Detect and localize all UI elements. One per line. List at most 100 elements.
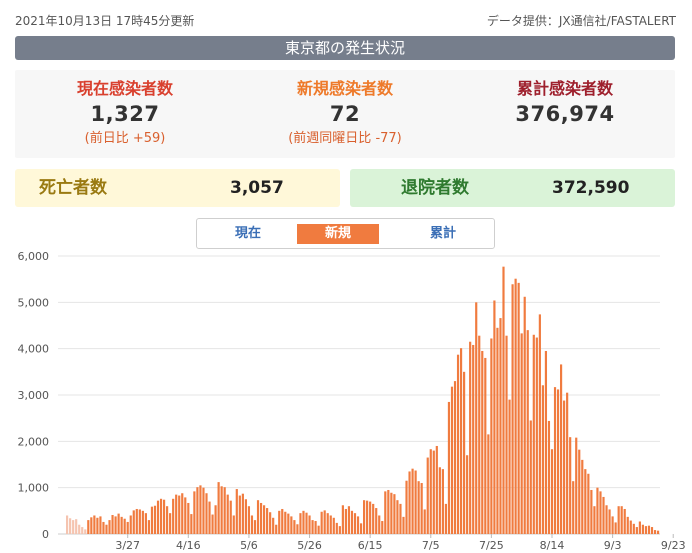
daily-bar: [375, 508, 378, 534]
daily-bar: [287, 513, 290, 534]
daily-bar: [487, 434, 490, 534]
daily-bar: [581, 459, 584, 534]
daily-bar: [314, 521, 317, 534]
daily-bar: [502, 266, 505, 534]
y-tick-label: 0: [42, 528, 49, 541]
y-tick-label: 1,000: [18, 482, 50, 495]
daily-bar: [381, 521, 384, 534]
daily-bar: [166, 506, 169, 534]
daily-bar: [214, 505, 217, 534]
x-tick-label: 6/15: [358, 539, 383, 552]
daily-bar: [178, 495, 181, 534]
stat-new-diff: (前週同曜日比 -77): [288, 131, 402, 146]
daily-bar: [247, 506, 251, 534]
daily-bar: [108, 520, 111, 534]
daily-bar: [623, 508, 626, 534]
daily-bar: [459, 348, 463, 534]
daily-bar: [278, 510, 281, 534]
daily-bar: [223, 487, 226, 534]
daily-bar: [408, 471, 411, 534]
daily-bar: [478, 335, 481, 534]
daily-bar: [256, 500, 260, 534]
daily-bar: [569, 437, 572, 534]
y-tick-label: 6,000: [18, 250, 50, 263]
daily-bar: [435, 445, 438, 534]
daily-bar: [611, 516, 614, 534]
daily-bar: [120, 516, 123, 534]
daily-bar: [511, 284, 514, 534]
stat-current: 現在感染者数 1,327 (前日比 +59): [15, 70, 235, 148]
daily-bar: [532, 334, 535, 534]
daily-bar: [341, 505, 344, 534]
daily-bar: [129, 515, 132, 534]
stat-total-label: 累計感染者数: [516, 79, 613, 98]
daily-bar: [587, 473, 590, 534]
daily-bar: [347, 506, 351, 534]
daily-bar: [556, 389, 560, 534]
daily-bar: [232, 515, 235, 534]
daily-bar: [505, 335, 508, 534]
daily-bar: [402, 516, 405, 534]
tab-total[interactable]: 累計: [402, 224, 484, 244]
daily-bar: [302, 510, 305, 534]
daily-bar: [544, 350, 548, 534]
daily-bar: [620, 506, 623, 534]
daily-cases-chart: 0 1,000 2,000 3,000 4,000 5,000 6,000 3/27 4/16…: [18, 250, 686, 552]
daily-bar: [496, 327, 499, 534]
deaths-value: 3,057: [230, 178, 284, 198]
daily-bar: [426, 457, 429, 534]
daily-bar: [396, 500, 399, 534]
daily-bar: [84, 529, 87, 534]
daily-bar: [326, 513, 329, 534]
daily-bar: [599, 491, 602, 534]
daily-bar: [317, 525, 320, 534]
stat-new-value: 72: [329, 102, 361, 126]
daily-bar: [332, 517, 335, 534]
x-tick-label: 4/16: [176, 539, 201, 552]
discharged-label: 退院者数: [401, 178, 469, 198]
daily-bar: [466, 455, 469, 534]
daily-bar: [456, 354, 460, 534]
daily-bar: [405, 480, 408, 534]
daily-bar: [241, 493, 244, 534]
chart-y-axis: 0 1,000 2,000 3,000 4,000 5,000 6,000: [18, 250, 50, 541]
daily-bar: [420, 483, 423, 534]
daily-bar: [647, 525, 651, 534]
daily-bar: [575, 437, 578, 534]
daily-bar: [602, 496, 605, 534]
daily-bar: [453, 381, 457, 534]
x-tick-label: 7/5: [422, 539, 440, 552]
daily-bar: [469, 341, 472, 534]
daily-bar: [578, 449, 581, 534]
daily-bar: [141, 510, 144, 534]
daily-bar: [323, 510, 326, 534]
daily-bar: [320, 511, 323, 534]
daily-bar: [150, 506, 154, 534]
tab-current[interactable]: 現在: [207, 224, 289, 244]
daily-bar: [638, 521, 641, 534]
daily-bar: [96, 517, 99, 534]
daily-bar: [72, 520, 75, 534]
x-tick-label: 9/3: [604, 539, 622, 552]
daily-bar: [69, 518, 72, 534]
y-tick-label: 4,000: [18, 343, 50, 356]
daily-bar: [481, 350, 484, 534]
daily-bar: [75, 519, 78, 534]
daily-bar: [296, 524, 299, 534]
daily-bar: [211, 514, 214, 534]
daily-bar: [590, 489, 593, 534]
daily-bar: [117, 513, 120, 534]
daily-bar: [99, 516, 102, 534]
daily-bar: [159, 498, 163, 534]
daily-bar: [220, 486, 223, 534]
daily-bar: [414, 470, 417, 534]
daily-bar: [78, 524, 81, 534]
daily-bar: [293, 520, 296, 534]
tab-new[interactable]: 新規: [297, 224, 379, 244]
daily-bar: [369, 501, 372, 534]
daily-bar: [441, 469, 444, 534]
daily-bar: [262, 505, 266, 534]
daily-bar: [190, 514, 193, 534]
daily-bar: [529, 420, 532, 534]
daily-bar: [490, 338, 493, 534]
